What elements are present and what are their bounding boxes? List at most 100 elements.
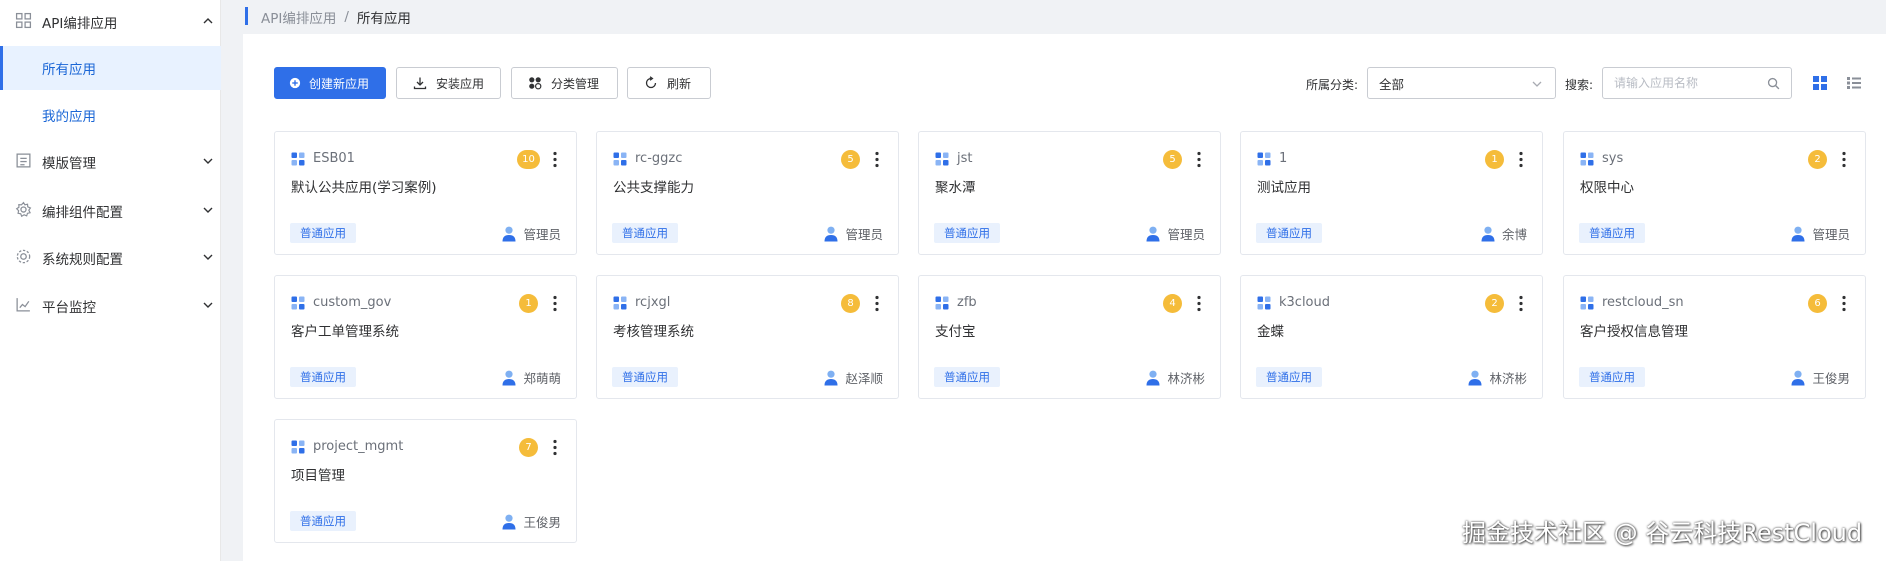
breadcrumb-current: 所有应用 <box>356 11 411 27</box>
more-options-icon[interactable] <box>1840 151 1848 168</box>
category-filter-label: 所属分类: <box>1306 78 1359 92</box>
sidebar-item-my-apps[interactable]: 我的应用 <box>0 93 221 137</box>
sidebar-item-monitoring[interactable]: 平台监控 <box>0 284 221 328</box>
watermark: 掘金技术社区 @ 谷云科技RestCloud <box>1462 519 1863 547</box>
chart-icon <box>16 298 30 312</box>
app-count-badge: 8 <box>841 294 860 313</box>
user-icon <box>824 370 838 385</box>
app-icon <box>613 152 627 166</box>
chevron-down-icon <box>203 207 213 213</box>
app-owner: 管理员 <box>824 224 883 243</box>
app-code: rc-ggzc <box>635 151 683 166</box>
more-options-icon[interactable] <box>551 295 559 312</box>
grid-icon <box>15 12 32 29</box>
chevron-up-icon <box>203 18 213 24</box>
app-count-badge: 2 <box>1808 150 1827 169</box>
app-card[interactable]: project_mgmt 7 项目管理 普通应用 王俊男 <box>274 419 577 543</box>
app-card[interactable]: sys 2 权限中心 普通应用 管理员 <box>1563 131 1866 255</box>
sidebar-item-api-apps[interactable]: API编排应用 <box>0 0 221 44</box>
app-icon <box>291 296 305 310</box>
app-count-badge: 5 <box>1163 150 1182 169</box>
grid-view-icon[interactable] <box>1812 75 1828 91</box>
user-icon <box>824 226 838 241</box>
app-card[interactable]: restcloud_sn 6 客户授权信息管理 普通应用 王俊男 <box>1563 275 1866 399</box>
app-owner-name: 林济彬 <box>1489 371 1527 386</box>
chevron-down-icon <box>203 254 213 260</box>
app-card[interactable]: rcjxgl 8 考核管理系统 普通应用 赵泽顺 <box>596 275 899 399</box>
category-manage-label: 分类管理 <box>551 76 600 91</box>
breadcrumb-parent[interactable]: API编排应用 <box>261 7 336 27</box>
sidebar-item-label: 我的应用 <box>42 109 96 125</box>
more-options-icon[interactable] <box>551 439 559 456</box>
app-owner-name: 管理员 <box>1167 227 1205 242</box>
sidebar-item-label: 所有应用 <box>42 62 96 78</box>
app-card[interactable]: jst 5 聚水潭 普通应用 管理员 <box>918 131 1221 255</box>
breadcrumb: API编排应用 / 所有应用 <box>243 0 411 34</box>
app-count-badge: 5 <box>841 150 860 169</box>
app-code: project_mgmt <box>313 439 404 454</box>
app-title: 考核管理系统 <box>613 324 694 340</box>
app-type-tag: 普通应用 <box>290 367 356 387</box>
more-options-icon[interactable] <box>1195 151 1203 168</box>
sidebar-item-all-apps[interactable]: 所有应用 <box>0 46 221 90</box>
app-title: 公共支撑能力 <box>613 180 694 196</box>
chevron-down-icon <box>203 302 213 308</box>
app-type-tag: 普通应用 <box>290 223 356 243</box>
more-options-icon[interactable] <box>551 151 559 168</box>
install-app-button[interactable]: 安装应用 <box>396 67 501 99</box>
app-icon <box>1580 152 1594 166</box>
app-code: zfb <box>957 295 977 310</box>
app-card[interactable]: custom_gov 1 客户工单管理系统 普通应用 郑萌萌 <box>274 275 577 399</box>
app-code: custom_gov <box>313 295 392 310</box>
app-owner: 管理员 <box>502 224 561 243</box>
app-card[interactable]: k3cloud 2 金蝶 普通应用 林济彬 <box>1240 275 1543 399</box>
app-title: 默认公共应用(学习案例) <box>291 180 437 196</box>
sidebar-item-templates[interactable]: 模版管理 <box>0 140 221 184</box>
create-app-button[interactable]: 创建新应用 <box>274 67 386 99</box>
app-code: k3cloud <box>1279 295 1331 310</box>
app-title: 金蝶 <box>1257 324 1284 340</box>
more-options-icon[interactable] <box>1195 295 1203 312</box>
app-icon <box>1580 296 1594 310</box>
app-card[interactable]: 1 1 测试应用 普通应用 余博 <box>1240 131 1543 255</box>
search-icon[interactable] <box>1767 77 1780 90</box>
user-icon <box>1146 226 1160 241</box>
breadcrumb-separator: / <box>344 9 349 25</box>
app-icon <box>935 296 949 310</box>
app-count-badge: 1 <box>519 294 538 313</box>
app-title: 支付宝 <box>935 324 976 340</box>
app-icon <box>291 152 305 166</box>
app-card[interactable]: ESB01 10 默认公共应用(学习案例) 普通应用 管理员 <box>274 131 577 255</box>
app-type-tag: 普通应用 <box>1579 367 1645 387</box>
more-options-icon[interactable] <box>1517 151 1525 168</box>
app-type-tag: 普通应用 <box>1256 223 1322 243</box>
app-type-tag: 普通应用 <box>290 511 356 531</box>
app-count-badge: 10 <box>517 150 540 169</box>
refresh-button[interactable]: 刷新 <box>627 67 711 99</box>
category-manage-button[interactable]: 分类管理 <box>511 67 618 99</box>
more-options-icon[interactable] <box>873 151 881 168</box>
app-type-tag: 普通应用 <box>934 223 1000 243</box>
app-owner: 王俊男 <box>502 512 561 531</box>
more-options-icon[interactable] <box>1840 295 1848 312</box>
app-card[interactable]: rc-ggzc 5 公共支撑能力 普通应用 管理员 <box>596 131 899 255</box>
app-title: 测试应用 <box>1257 180 1311 196</box>
app-owner-name: 郑萌萌 <box>523 371 561 386</box>
search-input[interactable] <box>1614 76 1774 90</box>
app-title: 聚水潭 <box>935 180 976 196</box>
sidebar-item-components[interactable]: 编排组件配置 <box>0 189 221 233</box>
app-owner-name: 管理员 <box>1812 227 1850 242</box>
sidebar-item-label: 系统规则配置 <box>42 252 123 268</box>
app-owner: 赵泽顺 <box>824 368 883 387</box>
app-owner: 郑萌萌 <box>502 368 561 387</box>
app-count-badge: 6 <box>1808 294 1827 313</box>
more-options-icon[interactable] <box>1517 295 1525 312</box>
user-icon <box>502 514 516 529</box>
sidebar-item-label: 平台监控 <box>42 300 96 316</box>
more-options-icon[interactable] <box>873 295 881 312</box>
sidebar-item-system-rules[interactable]: 系统规则配置 <box>0 236 221 280</box>
category-select[interactable]: 全部 <box>1367 67 1556 99</box>
user-icon <box>1481 226 1495 241</box>
list-view-icon[interactable] <box>1846 75 1862 91</box>
app-card[interactable]: zfb 4 支付宝 普通应用 林济彬 <box>918 275 1221 399</box>
